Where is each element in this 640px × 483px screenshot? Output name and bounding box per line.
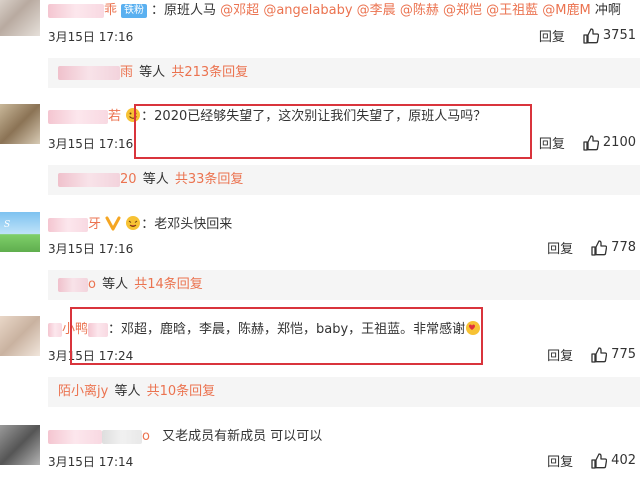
comment-text-prefix: ：原班人马 bbox=[151, 3, 217, 18]
comment-text-suffix: 冲啊 bbox=[594, 3, 621, 18]
mention[interactable]: @M鹿M bbox=[542, 3, 590, 18]
sub-reply-etc: 等人 bbox=[102, 277, 129, 292]
comment-text: 又老成员有新成员 可以可以 bbox=[162, 429, 323, 444]
comment-text: ：老邓头快回来 bbox=[141, 217, 233, 232]
like-count: 2100 bbox=[602, 135, 636, 150]
avatar[interactable] bbox=[0, 425, 40, 465]
blurred-username bbox=[58, 277, 88, 292]
sub-reply-etc: 等人 bbox=[114, 384, 141, 399]
like-button[interactable]: 2100 bbox=[583, 134, 636, 151]
verified-v-icon bbox=[105, 216, 121, 231]
blurred-username bbox=[58, 172, 120, 187]
sub-reply-count[interactable]: 共213条回复 bbox=[171, 65, 248, 80]
blurred-username bbox=[48, 109, 108, 124]
avatar[interactable] bbox=[0, 316, 40, 356]
reply-button[interactable]: 回复 bbox=[547, 238, 573, 257]
avatar-image: S bbox=[4, 220, 11, 230]
sub-reply-user[interactable]: 雨 bbox=[120, 65, 133, 80]
comment-body: 乖铁粉 ：原班人马 @邓超 @angelababy @李晨 @陈赫 @郑恺 @王祖… bbox=[48, 2, 621, 20]
avatar[interactable]: S bbox=[0, 212, 40, 252]
sub-reply-bar[interactable]: 20 等人 共33条回复 bbox=[48, 165, 640, 195]
avatar[interactable] bbox=[0, 104, 40, 144]
username[interactable]: 若 bbox=[108, 109, 121, 124]
reply-button[interactable]: 回复 bbox=[539, 133, 565, 152]
blurred-username bbox=[48, 322, 62, 337]
thumbs-up-icon bbox=[591, 346, 608, 363]
blurred-username bbox=[58, 65, 120, 80]
timestamp: 3月15日 17:16 bbox=[48, 242, 134, 256]
blurred-username bbox=[48, 217, 88, 232]
sub-reply-bar[interactable]: 雨 等人 共213条回复 bbox=[48, 58, 640, 88]
sub-reply-count[interactable]: 共33条回复 bbox=[175, 172, 244, 187]
like-button[interactable]: 402 bbox=[591, 452, 636, 469]
sub-reply-bar[interactable]: o 等人 共14条回复 bbox=[48, 270, 640, 300]
timestamp: 3月15日 17:16 bbox=[48, 30, 134, 44]
comment-body: 牙 ：老邓头快回来 bbox=[48, 215, 232, 234]
comment-actions: 回复 2100 bbox=[539, 133, 636, 152]
username[interactable]: 牙 bbox=[88, 217, 101, 232]
sub-reply-bar[interactable]: 陌小离jy 等人 共10条回复 bbox=[48, 377, 640, 407]
comment-body: o 又老成员有新成员 可以可以 bbox=[48, 428, 322, 446]
sub-reply-etc: 等人 bbox=[139, 65, 166, 80]
highlight-box bbox=[70, 307, 483, 365]
sub-reply-count[interactable]: 共10条回复 bbox=[147, 384, 216, 399]
highlight-box bbox=[134, 104, 532, 159]
mention[interactable]: @angelababy bbox=[263, 3, 352, 18]
mention[interactable]: @王祖藍 bbox=[486, 3, 538, 18]
thumbs-up-icon bbox=[583, 27, 599, 44]
like-button[interactable]: 775 bbox=[591, 346, 636, 363]
comment-actions: 回复 3751 bbox=[539, 26, 636, 45]
sub-reply-user[interactable]: o bbox=[88, 277, 96, 292]
like-count: 775 bbox=[611, 347, 636, 362]
mention[interactable]: @郑恺 bbox=[443, 3, 482, 18]
avatar[interactable] bbox=[0, 0, 40, 36]
like-button[interactable]: 3751 bbox=[583, 27, 636, 44]
timestamp: 3月15日 17:14 bbox=[48, 455, 134, 469]
username[interactable]: 乖 bbox=[104, 3, 117, 18]
like-count: 3751 bbox=[602, 28, 636, 43]
blurred-username bbox=[48, 429, 102, 444]
mention[interactable]: @邓超 bbox=[220, 3, 259, 18]
like-button[interactable]: 778 bbox=[591, 239, 636, 256]
reply-button[interactable]: 回复 bbox=[547, 345, 573, 364]
reply-button[interactable]: 回复 bbox=[547, 451, 573, 470]
sub-reply-user[interactable]: 20 bbox=[120, 172, 137, 187]
sub-reply-count[interactable]: 共14条回复 bbox=[134, 277, 203, 292]
thumbs-up-icon bbox=[591, 239, 608, 256]
comment-actions: 回复 402 bbox=[547, 451, 636, 470]
blurred-username bbox=[102, 429, 142, 444]
comment-actions: 回复 775 bbox=[547, 345, 636, 364]
username[interactable]: o bbox=[142, 429, 150, 444]
emoji-icon bbox=[126, 216, 141, 230]
like-count: 778 bbox=[611, 240, 636, 255]
comment-actions: 回复 778 bbox=[547, 238, 636, 257]
fan-badge[interactable]: 铁粉 bbox=[121, 3, 148, 18]
like-count: 402 bbox=[611, 453, 636, 468]
timestamp: 3月15日 17:16 bbox=[48, 137, 134, 151]
sub-reply-etc: 等人 bbox=[142, 172, 169, 187]
mention[interactable]: @李晨 bbox=[357, 3, 396, 18]
sub-reply-user[interactable]: 陌小离jy bbox=[58, 384, 108, 399]
reply-button[interactable]: 回复 bbox=[539, 26, 565, 45]
thumbs-up-icon bbox=[591, 452, 608, 469]
mention[interactable]: @陈赫 bbox=[400, 3, 439, 18]
blurred-username bbox=[48, 3, 104, 18]
thumbs-up-icon bbox=[583, 134, 599, 151]
